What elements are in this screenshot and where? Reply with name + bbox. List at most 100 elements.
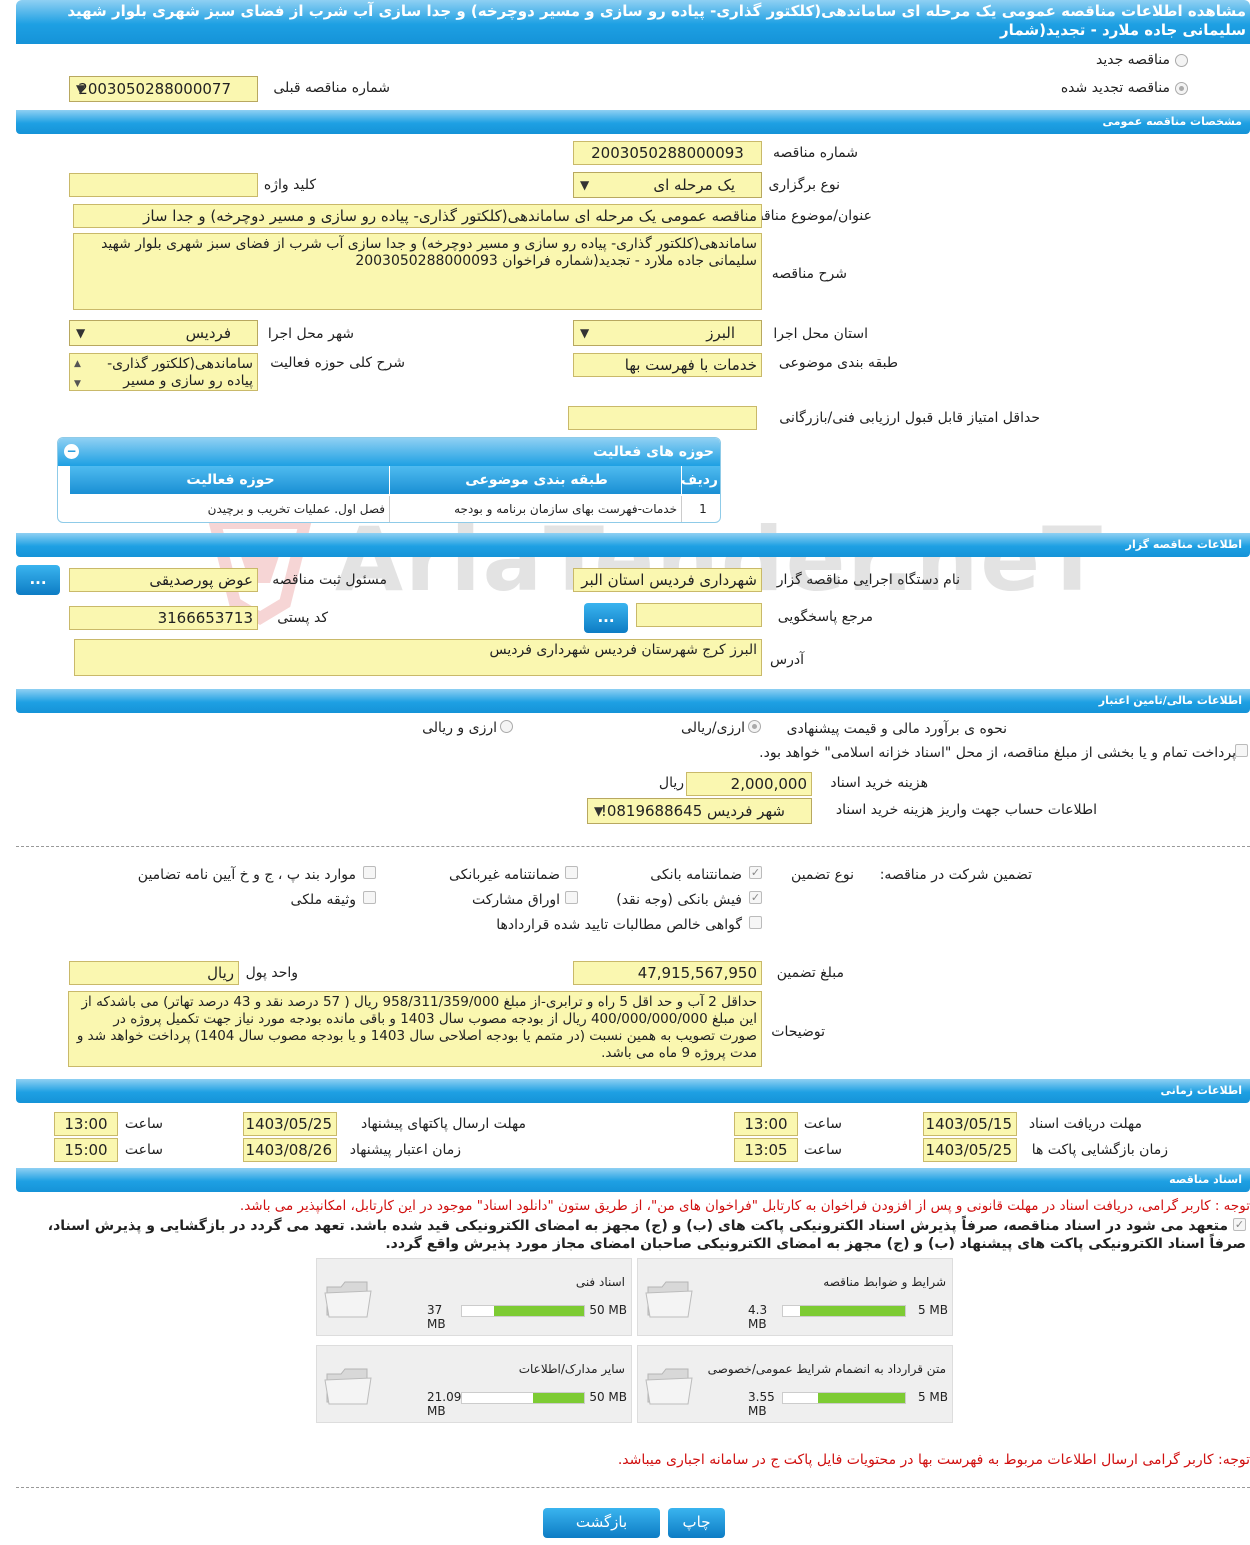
address-label: آدرس [770,652,804,668]
renewed-tender-radio[interactable] [1175,82,1188,95]
ref-lookup-button[interactable]: ... [584,603,628,633]
doc-file-card[interactable]: شرایط و ضوابط مناقصه 5 MB 4.3 MB [637,1258,953,1336]
doc-file-card[interactable]: سایر مدارک/اطلاعات 50 MB 21.09 MB [316,1345,632,1423]
address-field[interactable]: البرز کرج شهرستان فردیس شهرداری فردیس [74,639,762,676]
chevron-down-icon: ▼ [580,178,590,192]
valid-date-field[interactable]: 1403/08/26 [243,1138,337,1162]
folder-icon [324,1368,372,1405]
amount-field[interactable]: 47,915,567,950 [573,961,762,985]
general-section-header: مشخصات مناقصه عمومی [16,110,1250,134]
organizer-section-header: اطلاعات مناقصه گزار [16,533,1250,557]
doc-file-card[interactable]: اسناد فنی 50 MB 37 MB [316,1258,632,1336]
ref-field[interactable] [636,603,762,627]
subject-field[interactable]: مناقصه عمومی یک مرحله ای ساماندهی(کلکتور… [73,204,762,228]
commit-checkbox[interactable]: ✓ [1233,1218,1246,1231]
row-index: 1 [699,502,707,516]
fee-unit: ریال [658,775,684,791]
activity-desc-field[interactable]: ساماندهی(کلکتور گذاری- پیاده رو سازی و م… [69,353,258,391]
open-time-field[interactable]: 13:05 [734,1138,798,1162]
claims-checkbox[interactable] [749,916,762,929]
collapse-icon[interactable]: − [64,444,79,459]
nonbank-guarantee-checkbox[interactable] [565,866,578,879]
renewed-tender-label: مناقصه تجدید شده [1060,80,1170,96]
chevron-down-icon: ▼ [76,82,86,96]
fee-label: هزینه خرید اسناد [830,775,928,791]
col-category-header: طبقه بندی موضوعی [392,466,682,494]
activities-table-header: ردیف طبقه بندی موضوعی حوزه فعالیت [70,466,720,494]
doc-file-card[interactable]: متن قرارداد به انضمام شرایط عمومی/خصوصی … [637,1345,953,1423]
property-checkbox[interactable] [363,891,376,904]
new-tender-radio[interactable] [1175,54,1188,67]
back-button[interactable]: بازگشت [543,1508,660,1538]
city-select[interactable]: ▼ فردیس [69,320,258,346]
notes-label: توضیحات [771,1024,825,1040]
col-row-header: ردیف [680,472,718,488]
documents-section-header: اسناد مناقصه [16,1168,1250,1192]
doc-usage-fill [818,1393,905,1403]
subject-label: عنوان/موضوع مناقصه [744,208,872,224]
postal-field[interactable]: 3166653713 [69,606,258,630]
ref-label: مرجع پاسخگویی [777,609,873,625]
col-activity-header: حوزه فعالیت [72,466,390,494]
category-label: طبقه بندی موضوعی [778,355,898,371]
method-select[interactable]: ▼ یک مرحله ای [573,172,762,198]
province-label: استان محل اجرا [773,326,868,342]
bonds-label: اوراق مشارکت [471,892,560,908]
doc-max-size: 50 MB [589,1390,627,1404]
doc-file-name: اسناد فنی [575,1275,625,1289]
estimate-label: نحوه ی برآورد مالی و قیمت پیشنهادی [786,721,1007,737]
keyword-field[interactable] [69,173,258,197]
fee-field[interactable]: 2,000,000 [686,772,812,796]
documents-note: توجه : کاربر گرامی، دریافت اسناد در مهلت… [239,1198,1250,1214]
rial-radio[interactable] [748,720,761,733]
org-name-field[interactable]: شهرداری فردیس استان البر [573,568,762,592]
officer-label: مسئول ثبت مناقصه [272,572,387,588]
province-select[interactable]: ▼ البرز [573,320,762,346]
bank-guarantee-checkbox[interactable]: ✓ [749,866,762,879]
open-label: زمان بازگشایی پاکت ها [1031,1142,1168,1158]
officer-lookup-button[interactable]: ... [16,565,60,595]
divider [16,1487,1250,1488]
doc-used-size: 37 MB [427,1303,446,1331]
amount-label: مبلغ تضمین [776,965,844,981]
min-score-field[interactable] [568,406,757,430]
bylaw-checkbox[interactable] [363,866,376,879]
org-name-label: نام دستگاه اجرایی مناقصه گزار [776,572,960,588]
cash-label: فیش بانکی (وجه نقد) [616,892,742,908]
tender-number-field[interactable]: 2003050288000093 [573,141,762,165]
bonds-checkbox[interactable] [565,891,578,904]
claims-label: گواهی خالص مطالبات تایید شده قراردادها [496,917,742,933]
account-select[interactable]: ▼ شهر فردیس 0819688645! [587,798,812,824]
send-time-field[interactable]: 13:00 [54,1112,118,1136]
currency-field[interactable]: ریال [69,961,239,985]
activities-panel: حوزه های فعالیت − ردیف طبقه بندی موضوعی … [57,437,721,523]
send-date-field[interactable]: 1403/05/25 [243,1112,337,1136]
fx-radio[interactable] [500,720,513,733]
treasury-checkbox[interactable] [1235,744,1248,757]
valid-time-field[interactable]: 15:00 [54,1138,118,1162]
doc-max-size: 5 MB [917,1303,948,1317]
page-title-bar: مشاهده اطلاعات مناقصه عمومی یک مرحله ای … [16,0,1250,44]
receive-date-field[interactable]: 1403/05/15 [923,1112,1017,1136]
officer-field[interactable]: عوض پورصدیقی [69,568,258,592]
folder-icon [324,1281,372,1318]
description-field[interactable]: ساماندهی(کلکتور گذاری- پیاده رو سازی و م… [73,233,762,310]
section-title: مشخصات مناقصه عمومی [1102,115,1242,128]
doc-max-size: 5 MB [917,1390,948,1404]
doc-file-name: شرایط و ضوابط مناقصه [823,1275,946,1289]
scroll-down-icon[interactable]: ▼ [74,376,81,390]
notes-field[interactable]: حداقل 2 آب و حد اقل 5 راه و ترابری-از مب… [68,991,762,1067]
open-date-field[interactable]: 1403/05/25 [923,1138,1017,1162]
prev-number-select[interactable]: ▼ 2003050288000077 [69,76,258,102]
print-button[interactable]: چاپ [668,1508,725,1538]
postal-label: کد پستی [277,610,328,626]
category-field[interactable]: خدمات با فهرست بها [573,353,762,377]
doc-used-size: 21.09 MB [427,1390,462,1418]
doc-max-size: 50 MB [589,1303,627,1317]
activities-title-bar: حوزه های فعالیت − [58,438,720,466]
receive-time-field[interactable]: 13:00 [734,1112,798,1136]
cash-checkbox[interactable]: ✓ [749,891,762,904]
scroll-up-icon[interactable]: ▲ [74,356,81,373]
chevron-down-icon: ▼ [580,326,590,340]
rial-option-label: ارزی/ریالی [681,720,745,736]
